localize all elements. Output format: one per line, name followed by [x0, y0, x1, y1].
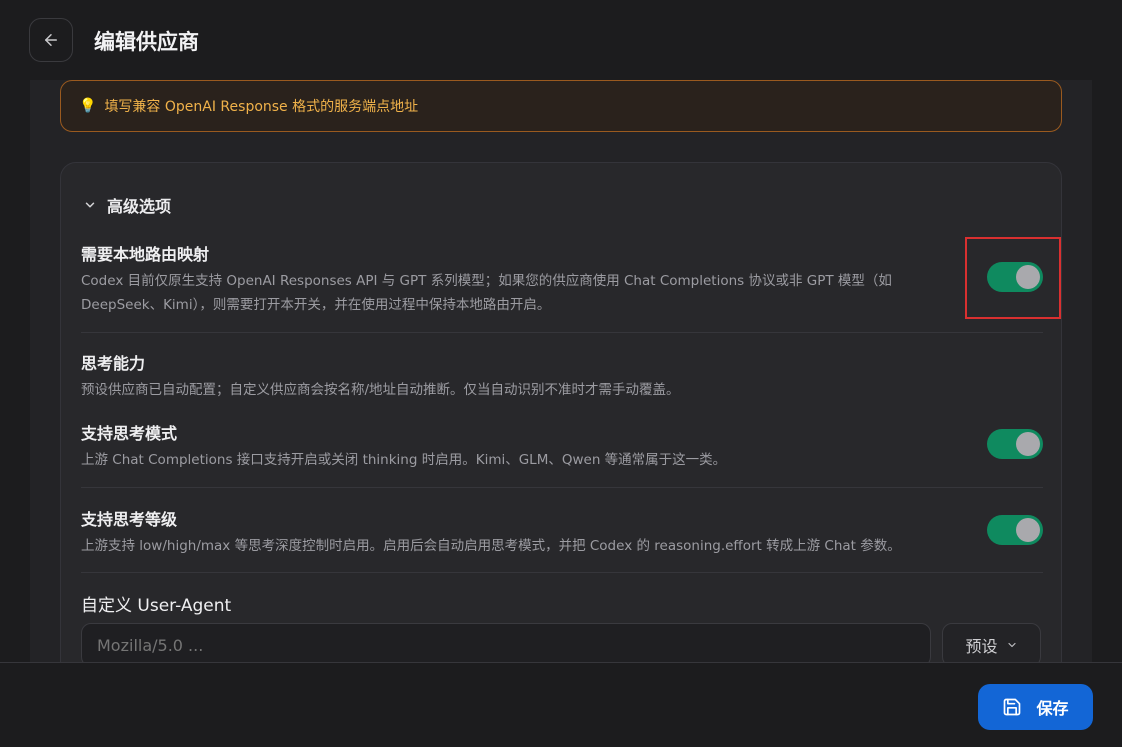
user-agent-input[interactable]	[81, 623, 931, 662]
local-routing-desc-line2: DeepSeek、Kimi），则需要打开本开关，并在使用过程中保持本地路由开启。	[81, 297, 551, 313]
save-button[interactable]: 保存	[978, 684, 1093, 730]
page-title: 编辑供应商	[94, 30, 199, 54]
notice-text: 填写兼容 OpenAI Response 格式的服务端点地址	[104, 99, 419, 115]
advanced-options-toggle[interactable]: 高级选项	[83, 193, 171, 217]
thinking-mode-setting: 支持思考模式 上游 Chat Completions 接口支持开启或关闭 thi…	[81, 420, 1043, 472]
save-label: 保存	[1036, 699, 1069, 718]
arrow-left-icon	[45, 34, 57, 46]
divider	[81, 332, 1043, 333]
lightbulb-icon: 💡	[79, 98, 97, 114]
chevron-down-icon	[83, 198, 97, 212]
local-routing-title: 需要本地路由映射	[81, 245, 210, 264]
back-button[interactable]	[29, 18, 73, 62]
thinking-level-toggle[interactable]	[987, 515, 1043, 545]
thinking-level-desc: 上游支持 low/high/max 等思考深度控制时启用。启用后会自动启用思考模…	[81, 538, 901, 554]
thinking-capability-title: 思考能力	[81, 354, 146, 373]
thinking-mode-desc: 上游 Chat Completions 接口支持开启或关闭 thinking 时…	[81, 452, 727, 468]
toggle-knob	[1016, 432, 1040, 456]
content-area[interactable]: 💡 填写兼容 OpenAI Response 格式的服务端点地址 高级选项 需要…	[30, 80, 1092, 662]
user-agent-setting: 自定义 User-Agent	[81, 591, 1043, 616]
chevron-down-icon	[1007, 642, 1016, 648]
thinking-level-title: 支持思考等级	[81, 510, 178, 529]
thinking-level-setting: 支持思考等级 上游支持 low/high/max 等思考深度控制时启用。启用后会…	[81, 506, 1043, 558]
thinking-mode-toggle[interactable]	[987, 429, 1043, 459]
user-agent-preset-select[interactable]: 预设	[942, 623, 1041, 662]
header: 编辑供应商	[0, 0, 1122, 80]
endpoint-notice: 💡 填写兼容 OpenAI Response 格式的服务端点地址	[60, 80, 1062, 132]
thinking-mode-title: 支持思考模式	[81, 424, 178, 443]
local-routing-setting: 需要本地路由映射 Codex 目前仅原生支持 OpenAI Responses …	[81, 241, 1043, 317]
advanced-options-card: 高级选项 需要本地路由映射 Codex 目前仅原生支持 OpenAI Respo…	[60, 162, 1062, 662]
highlight-box	[965, 237, 1061, 319]
user-agent-title: 自定义 User-Agent	[81, 596, 232, 616]
local-routing-desc-line1: Codex 目前仅原生支持 OpenAI Responses API 与 GPT…	[81, 273, 892, 289]
thinking-capability-desc: 预设供应商已自动配置；自定义供应商会按名称/地址自动推断。仅当自动识别不准时才需…	[81, 382, 680, 398]
local-routing-desc: Codex 目前仅原生支持 OpenAI Responses API 与 GPT…	[81, 269, 1043, 317]
divider	[81, 487, 1043, 488]
divider	[81, 572, 1043, 573]
preset-label: 预设	[965, 637, 998, 656]
advanced-options-heading: 高级选项	[107, 197, 172, 216]
save-icon	[1004, 698, 1021, 716]
thinking-capability-setting: 思考能力 预设供应商已自动配置；自定义供应商会按名称/地址自动推断。仅当自动识别…	[81, 350, 1043, 402]
toggle-knob	[1016, 518, 1040, 542]
footer: 保存	[0, 662, 1122, 747]
